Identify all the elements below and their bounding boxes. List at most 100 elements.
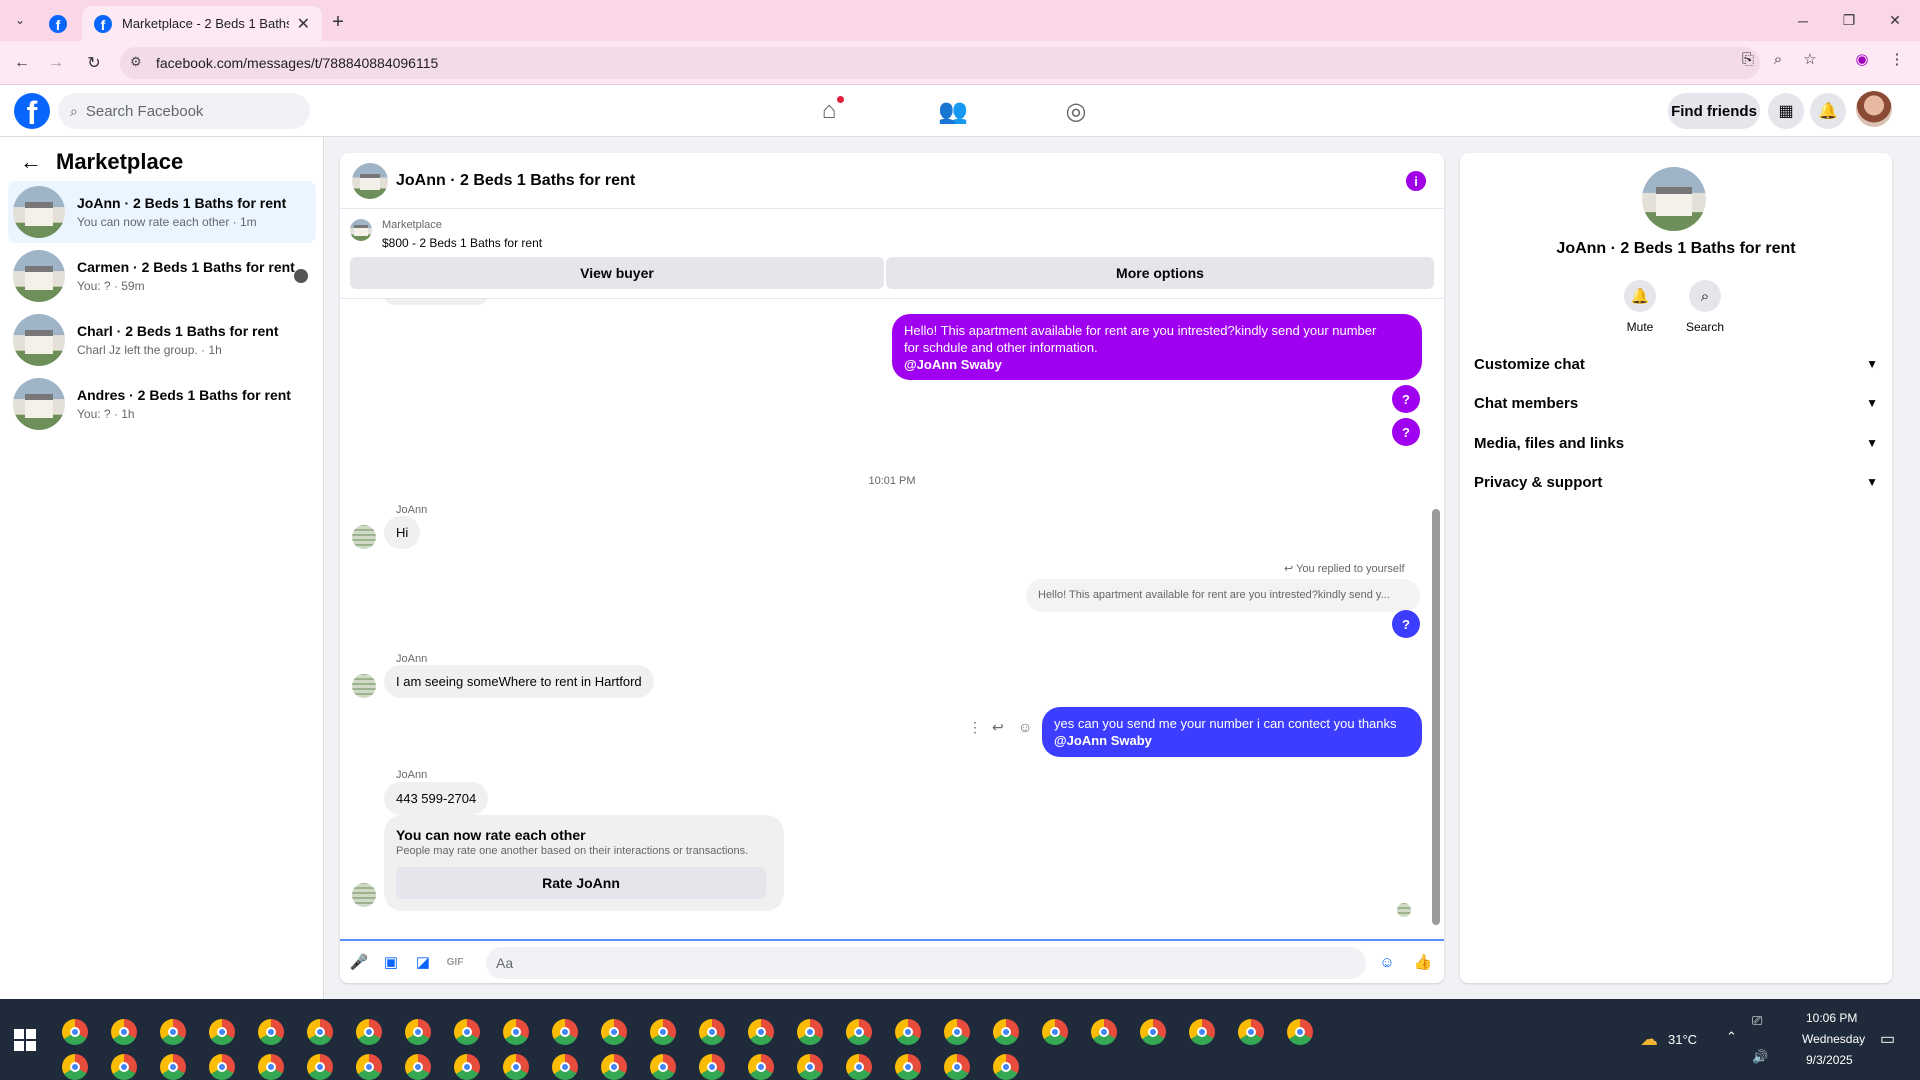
pinned-facebook-tab[interactable]: f [40,6,76,41]
taskbar-app-icon[interactable] [1287,1019,1313,1045]
forward-arrow-icon[interactable]: → [44,51,68,75]
section-customize-chat[interactable]: Customize chat ▼ [1474,346,1878,382]
question-message[interactable]: ? [1392,385,1420,413]
taskbar-app-icon[interactable] [209,1054,235,1080]
groups-icon[interactable]: ◎ [1060,95,1092,127]
taskbar-app-icon[interactable] [699,1019,725,1045]
taskbar-app-icon[interactable] [111,1054,137,1080]
taskbar-app-icon[interactable] [552,1054,578,1080]
clock-time[interactable]: 10:06 PM [1806,1011,1857,1025]
install-app-icon[interactable]: ⎘ [1736,47,1760,71]
taskbar-app-icon[interactable] [307,1054,333,1080]
reply-icon[interactable]: ↩ [992,719,1004,736]
message-input[interactable]: Aa [486,947,1366,979]
incoming-message[interactable]: Hi [384,516,421,549]
back-arrow-icon[interactable]: ← [20,149,42,175]
browser-menu-icon[interactable]: ⋮ [1885,47,1909,71]
find-friends-button[interactable]: Find friends [1668,93,1760,129]
chat-title[interactable]: JoAnn · 2 Beds 1 Baths for rent [396,172,635,190]
taskbar-app-icon[interactable] [160,1019,186,1045]
taskbar-app-icon[interactable] [895,1019,921,1045]
taskbar-app-icon[interactable] [944,1054,970,1080]
taskbar-app-icon[interactable] [405,1019,431,1045]
account-avatar[interactable] [1856,91,1892,127]
restore-icon[interactable]: ❐ [1826,0,1872,41]
taskbar-app-icon[interactable] [356,1019,382,1045]
minimize-icon[interactable]: ─ [1780,0,1826,41]
taskbar-app-icon[interactable] [62,1019,88,1045]
facebook-logo-icon[interactable]: f [14,93,50,129]
react-emoji-icon[interactable]: ☺ [1018,719,1032,735]
taskbar-app-icon[interactable] [307,1019,333,1045]
incoming-message[interactable]: I am seeing someWhere to rent in Hartfor… [384,665,654,698]
taskbar-app-icon[interactable] [62,1054,88,1080]
temperature[interactable]: 31°C [1668,1032,1697,1047]
taskbar-app-icon[interactable] [1189,1019,1215,1045]
taskbar-app-icon[interactable] [111,1019,137,1045]
taskbar-app-icon[interactable] [797,1019,823,1045]
taskbar-app-icon[interactable] [454,1054,480,1080]
window-close-icon[interactable]: ✕ [1872,0,1918,41]
taskbar-app-icon[interactable] [699,1054,725,1080]
section-privacy-support[interactable]: Privacy & support ▼ [1474,464,1878,500]
site-info-icon[interactable]: ⚙ [130,54,142,70]
incoming-message[interactable]: 443 599-2704 [384,782,489,815]
taskbar-app-icon[interactable] [356,1054,382,1080]
sender-avatar[interactable] [352,525,376,549]
taskbar-app-icon[interactable] [944,1019,970,1045]
taskbar-app-icon[interactable] [993,1019,1019,1045]
listing-avatar[interactable] [1642,167,1706,231]
taskbar-app-icon[interactable] [454,1019,480,1045]
section-chat-members[interactable]: Chat members ▼ [1474,385,1878,421]
conversation-item[interactable]: Carmen · 2 Beds 1 Baths for rent You: ? ·… [8,245,316,307]
taskbar-app-icon[interactable] [1091,1019,1117,1045]
windows-start-icon[interactable] [14,1029,36,1051]
clock-date[interactable]: 9/3/2025 [1806,1053,1853,1067]
view-buyer-button[interactable]: View buyer [350,257,884,289]
taskbar-app-icon[interactable] [601,1054,627,1080]
taskbar-app-icon[interactable] [846,1054,872,1080]
question-message[interactable]: ? [1392,418,1420,446]
more-options-button[interactable]: More options [886,257,1434,289]
notifications-icon[interactable]: ▭ [1880,1029,1895,1049]
sender-avatar[interactable] [352,883,376,907]
more-actions-icon[interactable]: ⋮ [968,719,982,736]
info-icon[interactable]: i [1406,171,1426,191]
taskbar-app-icon[interactable] [258,1019,284,1045]
thumbs-up-icon[interactable]: 👍 [1412,951,1434,973]
weather-icon[interactable]: ☁ [1640,1029,1658,1050]
taskbar-app-icon[interactable] [405,1054,431,1080]
question-message[interactable]: ? [1392,610,1420,638]
reload-icon[interactable]: ↻ [82,51,106,75]
mention[interactable]: @JoAnn Swaby [1054,732,1410,749]
taskbar-app-icon[interactable] [846,1019,872,1045]
taskbar-app-icon[interactable] [1238,1019,1264,1045]
conversation-item[interactable]: JoAnn · 2 Beds 1 Baths for rent You can n… [8,181,316,243]
taskbar-app-icon[interactable] [601,1019,627,1045]
tab-close-icon[interactable]: ✕ [297,14,310,34]
clock-day[interactable]: Wednesday [1802,1032,1865,1046]
taskbar-app-icon[interactable] [650,1019,676,1045]
taskbar-app-icon[interactable] [895,1054,921,1080]
listing-price[interactable]: $800 - 2 Beds 1 Baths for rent [382,236,542,250]
tray-chevron-icon[interactable]: ⌃ [1726,1029,1737,1045]
outgoing-message[interactable]: Hello! This apartment available for rent… [892,314,1422,380]
zoom-icon[interactable]: ⌕ [1766,47,1790,71]
back-arrow-icon[interactable]: ← [10,51,34,75]
outgoing-message[interactable]: yes can you send me your number i can co… [1042,707,1422,757]
new-tab-button[interactable]: + [326,10,350,34]
tab-search-chevron-icon[interactable]: ⌄ [8,8,32,32]
gif-icon[interactable]: GIF [444,951,466,973]
taskbar-app-icon[interactable] [258,1054,284,1080]
taskbar-app-icon[interactable] [993,1054,1019,1080]
taskbar-app-icon[interactable] [160,1054,186,1080]
taskbar-app-icon[interactable] [748,1019,774,1045]
taskbar-app-icon[interactable] [503,1054,529,1080]
taskbar-app-icon[interactable] [209,1019,235,1045]
conversation-item[interactable]: Andres · 2 Beds 1 Baths for rent You: ? ·… [8,373,316,435]
menu-grid-icon[interactable]: ▦ [1768,93,1804,129]
taskbar-app-icon[interactable] [650,1054,676,1080]
photo-icon[interactable]: ▣ [380,951,402,973]
taskbar-app-icon[interactable] [1140,1019,1166,1045]
sticker-icon[interactable]: ◪ [412,951,434,973]
